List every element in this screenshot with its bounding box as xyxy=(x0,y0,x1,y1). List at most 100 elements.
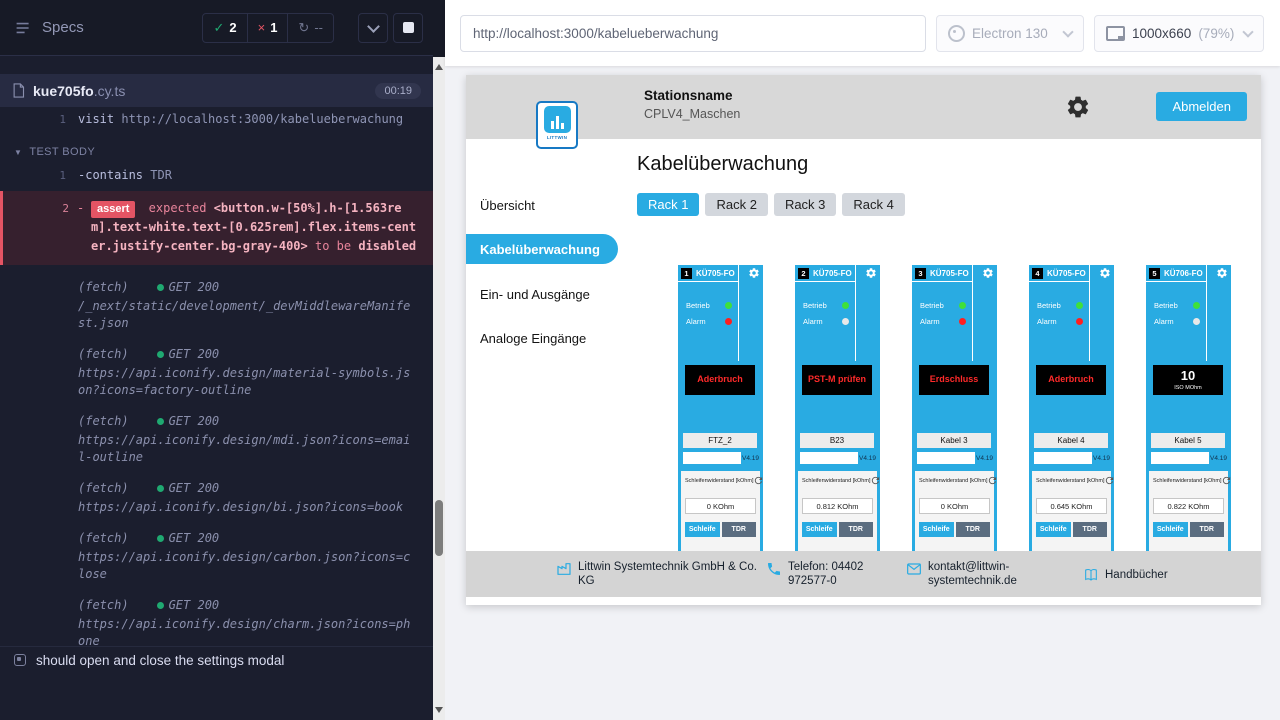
firmware-version: V4.19 xyxy=(1210,455,1227,462)
command-visit[interactable]: 1 visit http://localhost:3000/kabelueber… xyxy=(0,107,433,131)
electron-icon xyxy=(948,25,965,42)
failed-assert[interactable]: 2 - assert expected <button.w-[50%].h-[1… xyxy=(0,191,433,265)
url-input[interactable] xyxy=(460,15,926,52)
device-model: KÜ705-FO xyxy=(1047,269,1086,278)
app-header: LITTWIN Stationsname CPLV4_Maschen Abmel… xyxy=(466,75,1261,139)
tdr-button[interactable]: TDR xyxy=(1190,522,1225,537)
fetch-log-entry[interactable]: (fetch)GET 200 /_next/static/development… xyxy=(0,279,427,332)
cypress-runner-panel: Specs ✓2 ×1 ↻-- kue705fo.cy.ts 00:19 1 v… xyxy=(0,0,433,720)
scrollbar-track[interactable] xyxy=(433,57,445,720)
device-card-2: 2KÜ705-FO Betrieb Alarm PST-M prüfen B23… xyxy=(795,265,880,551)
stop-icon xyxy=(403,22,414,33)
refresh-icon[interactable] xyxy=(1104,475,1114,486)
refresh-icon: ↻ xyxy=(298,20,309,36)
collapse-button[interactable] xyxy=(358,13,388,43)
next-test-row[interactable]: should open and close the settings modal xyxy=(0,646,433,673)
device-gear-icon[interactable] xyxy=(865,267,877,279)
spec-duration: 00:19 xyxy=(375,83,421,99)
fetch-log-entry[interactable]: (fetch)GET 200 https://api.iconify.desig… xyxy=(0,480,427,516)
resistance-value: 0.812 KOhm xyxy=(802,498,873,514)
tab-rack-3[interactable]: Rack 3 xyxy=(774,193,836,216)
logout-button[interactable]: Abmelden xyxy=(1156,92,1247,121)
stat-pending: ↻-- xyxy=(287,14,333,42)
device-gear-icon[interactable] xyxy=(748,267,760,279)
test-body-toggle[interactable]: ▼TEST BODY xyxy=(0,141,433,163)
status-display: Aderbruch xyxy=(1036,365,1106,395)
status-ok-dot xyxy=(157,535,164,542)
refresh-icon[interactable] xyxy=(753,475,763,486)
footer-phone: Telefon: 04402 972577-0 xyxy=(766,560,906,589)
browser-bar: Electron 130 1000x660 (79%) xyxy=(445,0,1280,66)
runner-scrollbar xyxy=(433,0,445,720)
tab-rack-2[interactable]: Rack 2 xyxy=(705,193,767,216)
schleife-button[interactable]: Schleife xyxy=(802,522,837,537)
device-number-badge: 4 xyxy=(1032,268,1043,279)
measurement-panel: Schleifenwiderstand [kOhm] 0.645 KOhm Sc… xyxy=(1032,471,1111,551)
footer-manuals[interactable]: Handbücher xyxy=(1083,566,1168,583)
resistance-value: 0.822 KOhm xyxy=(1153,498,1224,514)
specs-link[interactable]: Specs xyxy=(42,19,84,36)
app-footer: Littwin Systemtechnik GmbH & Co. KG Tele… xyxy=(466,551,1261,597)
betrieb-led xyxy=(725,302,732,309)
scrollbar-thumb[interactable] xyxy=(435,500,443,556)
tdr-button[interactable]: TDR xyxy=(956,522,991,537)
scroll-up-arrow[interactable] xyxy=(435,64,443,70)
spec-header[interactable]: kue705fo.cy.ts 00:19 xyxy=(0,74,433,107)
viewport-icon xyxy=(1106,26,1125,41)
tdr-button[interactable]: TDR xyxy=(1073,522,1108,537)
specs-menu-icon[interactable] xyxy=(14,20,32,36)
fetch-log-entry[interactable]: (fetch)GET 200 https://api.iconify.desig… xyxy=(0,597,427,647)
measurement-panel: Schleifenwiderstand [kOhm] 0.812 KOhm Sc… xyxy=(798,471,877,551)
nav-item-uebersicht[interactable]: Übersicht xyxy=(466,190,618,220)
blank-field xyxy=(683,452,741,464)
blank-field xyxy=(1151,452,1209,464)
schleife-button[interactable]: Schleife xyxy=(685,522,720,537)
device-gear-icon[interactable] xyxy=(982,267,994,279)
rack-tabs: Rack 1 Rack 2 Rack 3 Rack 4 xyxy=(637,193,905,216)
fetch-log-entry[interactable]: (fetch)GET 200 https://api.iconify.desig… xyxy=(0,413,427,466)
check-icon: ✓ xyxy=(213,20,224,36)
schleife-button[interactable]: Schleife xyxy=(1036,522,1071,537)
status-ok-dot xyxy=(157,418,164,425)
refresh-icon[interactable] xyxy=(870,475,880,486)
alarm-led xyxy=(1076,318,1083,325)
refresh-icon[interactable] xyxy=(987,475,997,486)
schleife-button[interactable]: Schleife xyxy=(919,522,954,537)
device-gear-icon[interactable] xyxy=(1099,267,1111,279)
device-card-5: 5KÜ706-FO Betrieb Alarm 10ISO MOhm Kabel… xyxy=(1146,265,1231,551)
schleife-button[interactable]: Schleife xyxy=(1153,522,1188,537)
resistance-value: 0.645 KOhm xyxy=(1036,498,1107,514)
browser-select[interactable]: Electron 130 xyxy=(936,15,1084,52)
status-display: PST-M prüfen xyxy=(802,365,872,395)
file-icon xyxy=(12,83,25,98)
tab-rack-4[interactable]: Rack 4 xyxy=(842,193,904,216)
device-cards: 1KÜ705-FO Betrieb Alarm Aderbruch FTZ_2 … xyxy=(678,265,1231,551)
chevron-down-icon xyxy=(367,20,380,33)
command-contains[interactable]: 1 -contains TDR xyxy=(0,163,433,187)
tab-rack-1[interactable]: Rack 1 xyxy=(637,193,699,216)
app-under-test: LITTWIN Stationsname CPLV4_Maschen Abmel… xyxy=(466,75,1261,605)
book-icon xyxy=(1083,567,1099,583)
firmware-version: V4.19 xyxy=(976,455,993,462)
fetch-log-entry[interactable]: (fetch)GET 200 https://api.iconify.desig… xyxy=(0,346,427,399)
nav-item-kabelueberwachung[interactable]: Kabelüberwachung xyxy=(466,234,618,264)
blank-field xyxy=(1034,452,1092,464)
cable-label: Kabel 3 xyxy=(917,433,991,448)
settings-gear-icon[interactable] xyxy=(1065,94,1091,120)
tdr-button[interactable]: TDR xyxy=(839,522,874,537)
device-gear-icon[interactable] xyxy=(1216,267,1228,279)
device-model: KÜ705-FO xyxy=(930,269,969,278)
device-card-4: 4KÜ705-FO Betrieb Alarm Aderbruch Kabel … xyxy=(1029,265,1114,551)
nav-item-analoge-eingaenge[interactable]: Analoge Eingänge xyxy=(466,323,618,353)
stop-button[interactable] xyxy=(393,13,423,43)
nav-item-ein-und-ausgaenge[interactable]: Ein- und Ausgänge xyxy=(466,279,618,309)
device-card-3: 3KÜ705-FO Betrieb Alarm Erdschluss Kabel… xyxy=(912,265,997,551)
runner-header: Specs ✓2 ×1 ↻-- xyxy=(0,0,433,56)
station-info: Stationsname CPLV4_Maschen xyxy=(644,88,740,121)
fetch-log-entry[interactable]: (fetch)GET 200 https://api.iconify.desig… xyxy=(0,530,427,583)
device-model: KÜ705-FO xyxy=(813,269,852,278)
tdr-button[interactable]: TDR xyxy=(722,522,757,537)
scroll-down-arrow[interactable] xyxy=(435,707,443,713)
viewport-select[interactable]: 1000x660 (79%) xyxy=(1094,15,1264,52)
refresh-icon[interactable] xyxy=(1221,475,1231,486)
